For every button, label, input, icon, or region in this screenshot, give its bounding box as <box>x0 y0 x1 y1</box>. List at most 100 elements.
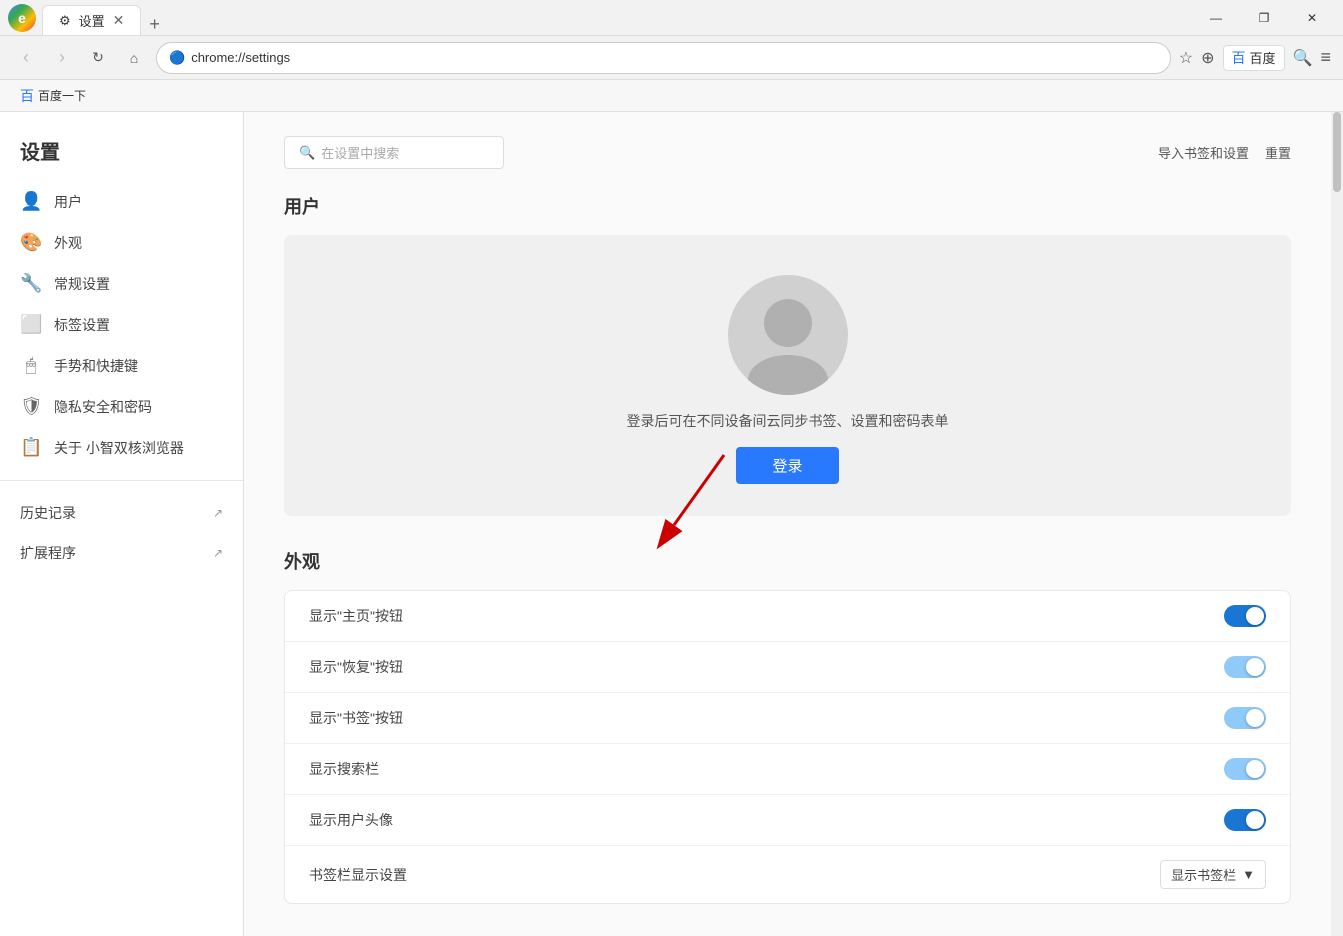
header-actions: 导入书签和设置 重置 <box>1158 143 1291 162</box>
sidebar-item-user-label: 用户 <box>54 192 82 212</box>
bookmark-bar-select-value: 显示书签栏 <box>1171 865 1236 884</box>
avatar-body <box>748 355 828 395</box>
setting-show-home: 显示"主页"按钮 <box>285 591 1290 641</box>
reload-button[interactable]: ↻ <box>84 44 112 72</box>
extensions-label: 扩展程序 <box>20 543 76 563</box>
setting-show-bookmark-label: 显示"书签"按钮 <box>309 708 403 728</box>
setting-show-searchbar-label: 显示搜索栏 <box>309 759 379 779</box>
appearance-icon: 🎨 <box>20 232 42 253</box>
collections-button[interactable]: ⊕ <box>1201 48 1214 68</box>
scrollbar-track[interactable] <box>1331 112 1343 936</box>
extensions-external-icon: ↗ <box>213 546 223 560</box>
sidebar-item-tabs-label: 标签设置 <box>54 315 110 335</box>
about-icon: 📋 <box>20 437 42 458</box>
baidu-button[interactable]: 百 百度 <box>1223 45 1285 71</box>
user-section-title: 用户 <box>284 193 1291 219</box>
reset-button[interactable]: 重置 <box>1265 143 1291 162</box>
setting-show-avatar: 显示用户头像 <box>285 794 1290 845</box>
address-bar: ‹ › ↻ ⌂ 🔵 chrome://settings ☆ ⊕ 百 百度 🔍 ≡ <box>0 36 1343 80</box>
tab-settings-icon: ⚙ <box>59 13 71 29</box>
sidebar-link-history[interactable]: 历史记录 ↗ <box>0 493 243 533</box>
sidebar-item-gestures-label: 手势和快捷键 <box>54 356 138 376</box>
sidebar-item-user[interactable]: 👤 用户 <box>0 181 243 222</box>
url-security-icon: 🔵 <box>169 50 185 66</box>
history-label: 历史记录 <box>20 503 76 523</box>
toggle-show-bookmark[interactable] <box>1224 707 1266 729</box>
dropdown-chevron-icon: ▼ <box>1242 867 1255 882</box>
sidebar-item-privacy[interactable]: 🛡 隐私安全和密码 <box>0 386 243 427</box>
minimize-button[interactable]: — <box>1193 2 1239 34</box>
sidebar-item-gestures[interactable]: 🖱 手势和快捷键 <box>0 345 243 386</box>
baidu-label: 百度 <box>1250 48 1276 67</box>
bookmark-bar-select-row: 显示书签栏 ▼ <box>1160 860 1266 889</box>
setting-show-avatar-label: 显示用户头像 <box>309 810 393 830</box>
search-placeholder: 在设置中搜索 <box>321 143 399 162</box>
bookmark-star-button[interactable]: ☆ <box>1179 48 1193 68</box>
sidebar-item-appearance[interactable]: 🎨 外观 <box>0 222 243 263</box>
setting-show-restore-label: 显示"恢复"按钮 <box>309 657 403 677</box>
content-area: 🔍 在设置中搜索 导入书签和设置 重置 用户 登录后可在不同设备间云同步书签、设… <box>244 112 1331 936</box>
window-controls: — ❐ ✕ <box>1193 2 1335 34</box>
login-button[interactable]: 登录 <box>736 447 838 484</box>
active-tab[interactable]: ⚙ 设置 ✕ <box>42 5 141 35</box>
gestures-icon: 🖱 <box>20 355 42 376</box>
import-bookmarks-button[interactable]: 导入书签和设置 <box>1158 143 1249 162</box>
user-description: 登录后可在不同设备间云同步书签、设置和密码表单 <box>627 411 949 431</box>
content-header: 🔍 在设置中搜索 导入书签和设置 重置 <box>284 136 1291 169</box>
bookmark-label: 百度一下 <box>38 87 86 104</box>
toggle-show-home[interactable] <box>1224 605 1266 627</box>
tab-bar: ⚙ 设置 ✕ + <box>42 0 1193 35</box>
sidebar-item-about[interactable]: 📋 关于 小智双核浏览器 <box>0 427 243 468</box>
search-magnifier-icon: 🔍 <box>299 145 315 161</box>
url-box[interactable]: 🔵 chrome://settings <box>156 42 1171 74</box>
scrollbar-thumb[interactable] <box>1333 112 1341 192</box>
setting-bookmark-bar-label: 书签栏显示设置 <box>309 865 407 885</box>
setting-bookmark-bar: 书签栏显示设置 显示书签栏 ▼ <box>285 845 1290 903</box>
avatar-placeholder <box>728 275 848 395</box>
sidebar-title: 设置 <box>0 128 243 181</box>
avatar-head <box>764 299 812 347</box>
sidebar-link-extensions[interactable]: 扩展程序 ↗ <box>0 533 243 573</box>
browser-frame: e ⚙ 设置 ✕ + — ❐ ✕ ‹ › ↻ ⌂ 🔵 chrome://sett… <box>0 0 1343 936</box>
general-icon: 🔧 <box>20 273 42 294</box>
restore-button[interactable]: ❐ <box>1241 2 1287 34</box>
setting-show-home-label: 显示"主页"按钮 <box>309 606 403 626</box>
bookmark-bar-select[interactable]: 显示书签栏 ▼ <box>1160 860 1266 889</box>
sidebar-item-about-label: 关于 小智双核浏览器 <box>54 438 184 458</box>
settings-search-box[interactable]: 🔍 在设置中搜索 <box>284 136 504 169</box>
sidebar-item-general[interactable]: 🔧 常规设置 <box>0 263 243 304</box>
user-icon: 👤 <box>20 191 42 212</box>
user-card: 登录后可在不同设备间云同步书签、设置和密码表单 登录 <box>284 235 1291 516</box>
baidu-icon: 百 <box>1232 48 1246 68</box>
new-tab-button[interactable]: + <box>149 14 160 35</box>
setting-show-bookmark: 显示"书签"按钮 <box>285 692 1290 743</box>
history-external-icon: ↗ <box>213 506 223 520</box>
sidebar-divider <box>0 480 243 481</box>
search-icon[interactable]: 🔍 <box>1293 48 1313 68</box>
sidebar-item-general-label: 常规设置 <box>54 274 110 294</box>
appearance-settings: 显示"主页"按钮 显示"恢复"按钮 显示"书签"按钮 显示搜索栏 显示用户头像 <box>284 590 1291 904</box>
browser-logo: e <box>8 4 36 32</box>
back-button[interactable]: ‹ <box>12 44 40 72</box>
bookmark-icon: 百 <box>20 86 34 106</box>
sidebar-item-tabs[interactable]: ⬜ 标签设置 <box>0 304 243 345</box>
sidebar-item-appearance-label: 外观 <box>54 233 82 253</box>
url-text: chrome://settings <box>191 50 290 65</box>
menu-button[interactable]: ≡ <box>1320 47 1331 68</box>
close-button[interactable]: ✕ <box>1289 2 1335 34</box>
tab-title: 设置 <box>79 11 105 30</box>
bookmarks-bar: 百 百度一下 <box>0 80 1343 112</box>
sidebar: 设置 👤 用户 🎨 外观 🔧 常规设置 ⬜ 标签设置 🖱 手势和快捷键 <box>0 112 244 936</box>
setting-show-searchbar: 显示搜索栏 <box>285 743 1290 794</box>
tab-close-button[interactable]: ✕ <box>113 12 125 29</box>
bookmark-baidu[interactable]: 百 百度一下 <box>12 84 94 108</box>
toggle-show-searchbar[interactable] <box>1224 758 1266 780</box>
toggle-show-avatar[interactable] <box>1224 809 1266 831</box>
title-bar: e ⚙ 设置 ✕ + — ❐ ✕ <box>0 0 1343 36</box>
toggle-show-restore[interactable] <box>1224 656 1266 678</box>
main-content: 设置 👤 用户 🎨 外观 🔧 常规设置 ⬜ 标签设置 🖱 手势和快捷键 <box>0 112 1343 936</box>
home-button[interactable]: ⌂ <box>120 44 148 72</box>
sidebar-item-privacy-label: 隐私安全和密码 <box>54 397 152 417</box>
setting-show-restore: 显示"恢复"按钮 <box>285 641 1290 692</box>
forward-button[interactable]: › <box>48 44 76 72</box>
